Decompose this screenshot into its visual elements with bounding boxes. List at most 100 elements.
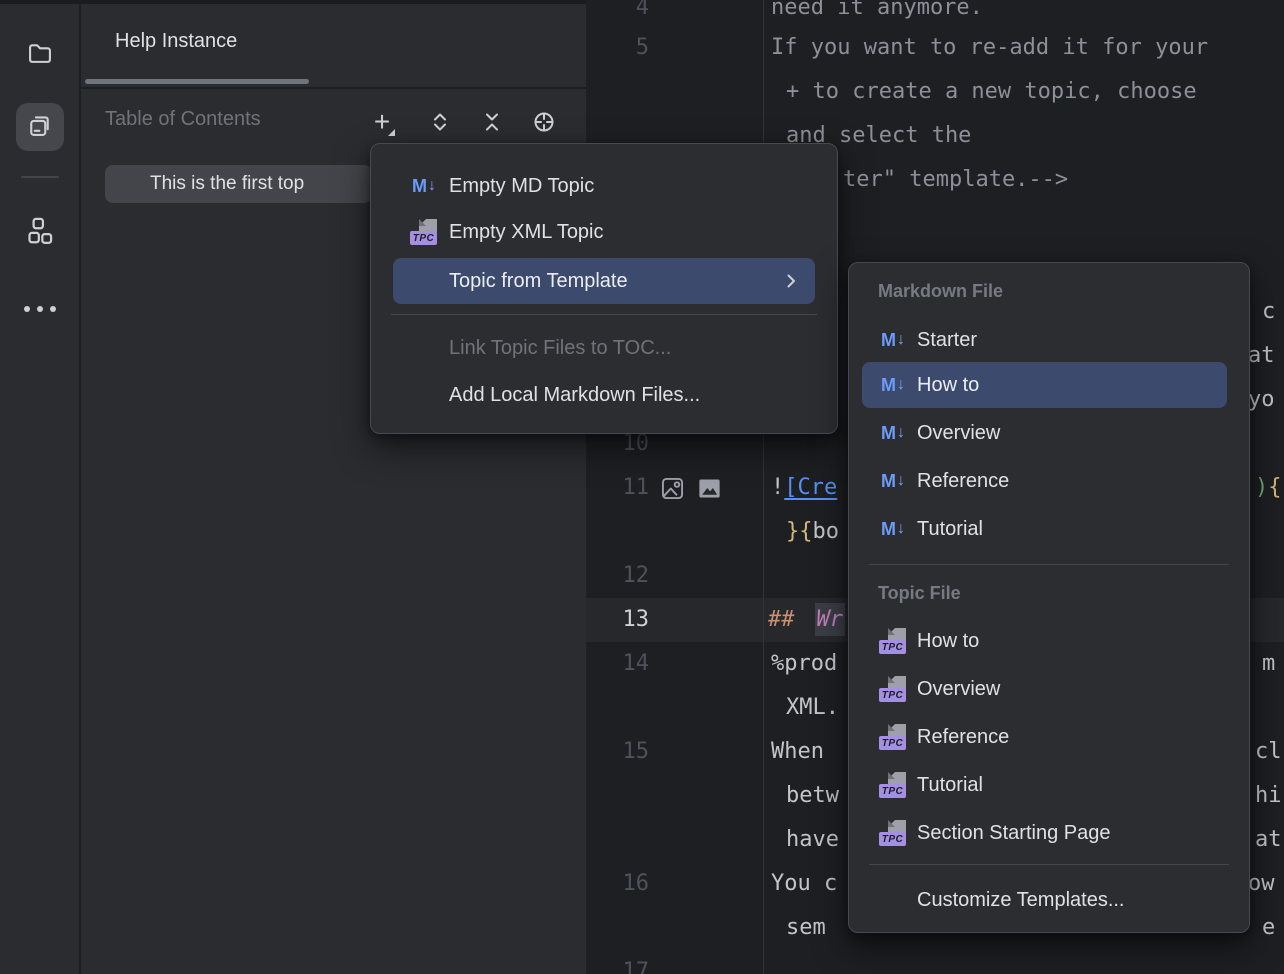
markdown-file-icon: M↓ [878,466,908,496]
locate-in-toc-button[interactable] [529,107,559,137]
menu-item-label: Empty MD Topic [449,175,594,198]
line-number: 15 [586,730,649,774]
collapse-all-icon [481,110,503,134]
submenu-chevron-icon [781,271,801,291]
submenu-item-md-starter[interactable]: M↓ Starter [849,320,1249,360]
submenu-item-customize-templates[interactable]: Customize Templates... [849,880,1249,920]
panel-title: Help Instance [115,30,237,53]
code-line: ![Cre [771,466,837,510]
image-outline-icon[interactable] [659,475,686,507]
submenu-section-header: Topic File [878,579,1239,607]
code-line: }{bo [786,510,839,554]
code-line: You c [771,862,837,906]
menu-item-label: Link Topic Files to TOC... [449,337,671,360]
code-token: bo [813,519,840,544]
code-token: ) [1255,475,1268,500]
more-tool-windows-button[interactable] [16,285,64,333]
submenu-item-label: How to [917,630,979,653]
collapse-all-button[interactable] [477,107,507,137]
code-line: If you want to re-add it for your [771,26,1208,70]
tab-indicator [85,79,309,84]
code-fragment: yo [1248,378,1275,422]
line-number: 16 [586,862,649,906]
markdown-file-icon: M↓ [878,370,908,400]
submenu-item-label: Reference [917,470,1009,493]
submenu-item-tpc-section-starting-page[interactable]: TPC Section Starting Page [849,813,1249,853]
toc-section-title: Table of Contents [105,108,261,131]
activity-bar-divider [21,176,59,178]
project-folder-button[interactable] [16,31,64,79]
submenu-item-tpc-tutorial[interactable]: TPC Tutorial [849,765,1249,805]
submenu-item-md-tutorial[interactable]: M↓ Tutorial [849,509,1249,549]
code-line: sem [786,906,826,950]
topic-from-template-submenu: Markdown File M↓ Starter M↓ How to M↓ Ov… [848,262,1250,933]
ellipsis-icon [24,306,56,312]
menu-item-label: Empty XML Topic [449,221,604,244]
structure-icon [26,216,54,249]
topic-file-icon: TPC [878,770,908,800]
code-fragment: at [1248,334,1275,378]
code-fragment: cl [1255,730,1282,774]
heading-line: ## Wr [768,598,845,642]
code-fragment: m [1262,642,1275,686]
submenu-item-label: Reference [917,726,1009,749]
menu-item-topic-from-template[interactable]: Topic from Template [393,258,815,304]
markdown-link-token: [Cre [784,475,837,500]
line-number: 5 [586,26,649,70]
code-fragment: e [1262,906,1275,950]
instances-tool-button[interactable] [16,103,64,151]
folder-icon [26,39,54,72]
menu-item-label: Add Local Markdown Files... [449,384,700,407]
line-number: 12 [586,554,649,598]
code-line: have [786,818,839,862]
submenu-item-tpc-overview[interactable]: TPC Overview [849,669,1249,709]
menu-separator [391,314,817,315]
target-icon [532,110,556,134]
submenu-item-label: Tutorial [917,518,983,541]
code-token: }{ [786,519,813,544]
topic-file-icon: TPC [409,217,439,247]
line-number: 17 [586,950,649,974]
toc-tree-item-label: This is the first top [105,165,372,203]
topic-file-icon: TPC [878,674,908,704]
code-fragment: ow [1248,862,1275,906]
line-number-current: 13 [586,598,649,642]
code-line: ter" template.--> [843,158,1068,202]
ide-window: Help Instance Table of Contents + [0,0,1284,974]
line-number: 11 [586,466,649,510]
code-fragment: c [1262,290,1275,334]
code-line: XML. [786,686,839,730]
code-line: + to create a new topic, choose [786,70,1197,114]
structure-tool-button[interactable] [16,208,64,256]
submenu-item-md-reference[interactable]: M↓ Reference [849,461,1249,501]
heading-text-token: Wr [815,603,846,636]
panel-separator [81,87,586,89]
gutter-image-icons [659,475,723,507]
menu-item-empty-xml-topic[interactable]: TPC Empty XML Topic [371,212,837,252]
markdown-file-icon: M↓ [878,325,908,355]
submenu-item-label: Starter [917,329,977,352]
submenu-item-md-how-to[interactable]: M↓ How to [862,362,1227,408]
heading-marker-token: ## [768,607,795,632]
submenu-separator [869,564,1229,565]
submenu-item-tpc-how-to[interactable]: TPC How to [849,621,1249,661]
menu-item-label: Topic from Template [449,270,628,293]
menu-item-empty-md-topic[interactable]: M↓ Empty MD Topic [371,166,837,206]
submenu-item-label: Tutorial [917,774,983,797]
add-topic-button[interactable]: + [367,107,397,137]
menu-item-link-topic-files: Link Topic Files to TOC... [371,329,837,367]
toc-tree-item-selected[interactable]: This is the first top [105,165,372,203]
dropdown-corner-icon [388,129,395,136]
code-fragment: at [1255,818,1282,862]
submenu-item-tpc-reference[interactable]: TPC Reference [849,717,1249,757]
expand-all-button[interactable] [425,107,455,137]
submenu-separator [869,864,1229,865]
submenu-item-label: Overview [917,422,1000,445]
menu-item-add-local-markdown[interactable]: Add Local Markdown Files... [371,375,837,415]
submenu-item-md-overview[interactable]: M↓ Overview [849,413,1249,453]
code-fragment: hi [1255,774,1282,818]
code-token: { [1268,475,1281,500]
instances-icon [26,111,54,144]
code-token: ! [771,475,784,500]
image-preview-icon[interactable] [696,475,723,507]
